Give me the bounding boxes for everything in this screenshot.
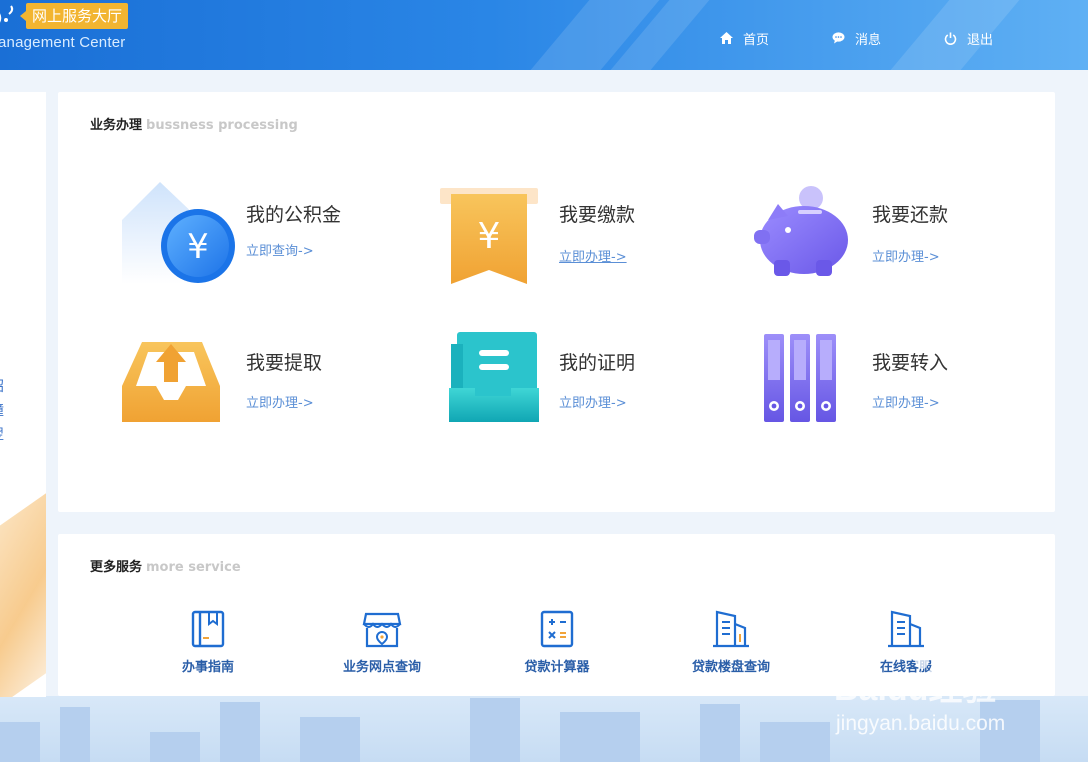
side-text: 撞 bbox=[0, 400, 10, 420]
more-property-query[interactable]: 贷款楼盘查询 bbox=[666, 610, 796, 675]
service-withdraw[interactable]: 我要提取 立即办理-> bbox=[118, 328, 418, 438]
service-pay[interactable]: ¥ 我要缴款 立即办理-> bbox=[431, 180, 731, 290]
nav-logout-label: 退出 bbox=[967, 32, 994, 48]
more-title: 更多服务 bbox=[90, 560, 143, 575]
service-link[interactable]: 立即办理-> bbox=[559, 246, 627, 265]
yuan-banner-icon: ¥ bbox=[440, 188, 538, 284]
more-guide[interactable]: 办事指南 bbox=[143, 610, 273, 675]
nav-messages[interactable]: 消息 bbox=[832, 28, 881, 48]
more-label: 贷款楼盘查询 bbox=[691, 660, 770, 675]
service-name: 我要还款 bbox=[872, 204, 949, 226]
tray-upload-icon bbox=[122, 342, 220, 422]
side-text: 昭 bbox=[0, 376, 10, 396]
top-header: 网上服务大厅 anagement Center 首页 消息 退出 bbox=[0, 0, 1088, 70]
service-certificate[interactable]: 我的证明 立即办理-> bbox=[431, 328, 731, 438]
side-text: 翌 bbox=[0, 424, 10, 444]
piggy-bank-icon bbox=[754, 186, 848, 276]
more-loan-calculator[interactable]: 贷款计算器 bbox=[492, 610, 622, 675]
service-my-fund[interactable]: ¥ 我的公积金 立即查询-> bbox=[118, 180, 418, 290]
more-branch-query[interactable]: 业务网点查询 bbox=[317, 610, 447, 675]
service-link[interactable]: 立即办理-> bbox=[872, 246, 940, 265]
service-name: 我的公积金 bbox=[246, 204, 342, 226]
business-card: 业务办理 bussness processing ¥ 我的公积金 立即查询-> ¥… bbox=[58, 92, 1055, 512]
decor-graphic bbox=[0, 490, 46, 697]
svg-text:¥: ¥ bbox=[187, 227, 209, 267]
watermark-brand: Baidu经验 bbox=[834, 669, 996, 708]
more-title-en: more service bbox=[146, 560, 241, 575]
guide-book-icon bbox=[191, 610, 225, 648]
nav-logout[interactable]: 退出 bbox=[944, 28, 993, 48]
service-link[interactable]: 立即查询-> bbox=[246, 240, 314, 259]
left-side-panel: 昭 撞 翌 bbox=[0, 92, 46, 697]
calculator-icon bbox=[540, 610, 574, 648]
house-coin-icon: ¥ bbox=[122, 182, 235, 284]
service-repay[interactable]: 我要还款 立即办理-> bbox=[744, 180, 1044, 290]
business-title-en: bussness processing bbox=[146, 118, 298, 133]
power-icon bbox=[944, 32, 957, 45]
more-label: 办事指南 bbox=[181, 660, 234, 675]
service-link[interactable]: 立即办理-> bbox=[559, 392, 627, 411]
more-label: 业务网点查询 bbox=[342, 660, 421, 675]
logo-icon bbox=[0, 5, 14, 23]
business-title: 业务办理 bbox=[90, 118, 143, 133]
service-transfer-in[interactable]: 我要转入 立即办理-> bbox=[744, 328, 1044, 438]
binders-icon bbox=[764, 334, 836, 422]
nav-home-label: 首页 bbox=[743, 32, 770, 48]
svg-text:¥: ¥ bbox=[478, 216, 501, 257]
service-link[interactable]: 立即办理-> bbox=[246, 392, 314, 411]
more-card-title: 更多服务 more service bbox=[90, 556, 241, 575]
home-icon bbox=[720, 32, 733, 44]
portal-badge: 网上服务大厅 bbox=[19, 3, 129, 29]
service-name: 我要缴款 bbox=[559, 204, 636, 226]
more-label: 贷款计算器 bbox=[524, 660, 590, 675]
service-name: 我要转入 bbox=[872, 352, 949, 374]
certificate-tray-icon bbox=[449, 332, 539, 422]
service-name: 我的证明 bbox=[559, 352, 636, 374]
service-name: 我要提取 bbox=[246, 352, 323, 374]
nav-messages-label: 消息 bbox=[855, 32, 882, 48]
service-link[interactable]: 立即办理-> bbox=[872, 392, 940, 411]
business-card-title: 业务办理 bussness processing bbox=[90, 114, 298, 133]
chat-icon bbox=[832, 32, 845, 44]
portal-subtitle: anagement Center bbox=[0, 34, 126, 51]
building-icon bbox=[713, 610, 749, 648]
nav-home[interactable]: 首页 bbox=[720, 28, 769, 48]
store-location-icon bbox=[362, 612, 402, 648]
watermark-url: jingyan.baidu.com bbox=[836, 712, 1006, 735]
